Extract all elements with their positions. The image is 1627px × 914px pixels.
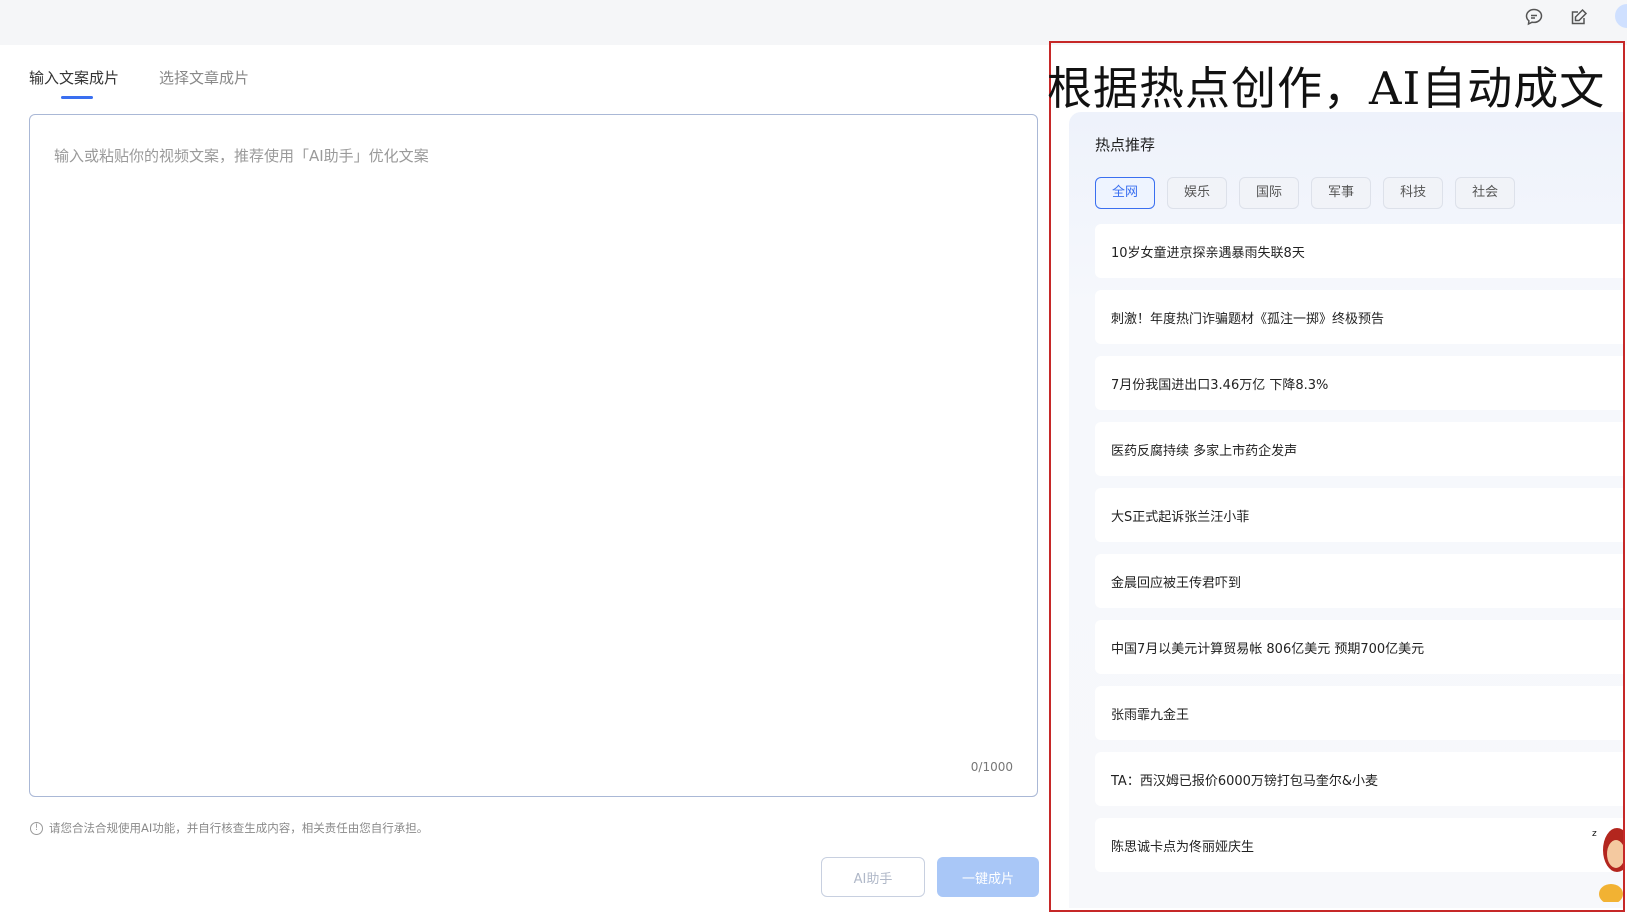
compliance-notice: ! 请您合法合规使用AI功能，并自行核查生成内容，相关责任由您自行承担。 xyxy=(30,820,428,836)
chat-icon[interactable] xyxy=(1523,6,1545,28)
avatar[interactable] xyxy=(1615,4,1627,28)
copy-editor: 0/1000 xyxy=(29,114,1038,797)
hot-banner-caption: 根据热点创作，AI自动成文 xyxy=(1047,62,1606,112)
mode-tabs: 输入文案成片 选择文章成片 xyxy=(29,67,249,99)
info-icon: ! xyxy=(30,821,43,835)
top-bar xyxy=(0,0,1627,45)
edit-icon[interactable] xyxy=(1568,6,1590,28)
one-click-generate-button[interactable]: 一键成片 xyxy=(937,857,1039,897)
ai-assistant-button[interactable]: AI助手 xyxy=(821,857,925,897)
copy-input[interactable] xyxy=(30,115,1037,796)
tab-input-copy[interactable]: 输入文案成片 xyxy=(29,67,119,99)
tab-select-article[interactable]: 选择文章成片 xyxy=(159,67,249,99)
highlight-frame xyxy=(1049,41,1625,912)
notice-text: 请您合法合规使用AI功能，并自行核查生成内容，相关责任由您自行承担。 xyxy=(49,821,429,835)
char-counter: 0/1000 xyxy=(970,760,1013,774)
